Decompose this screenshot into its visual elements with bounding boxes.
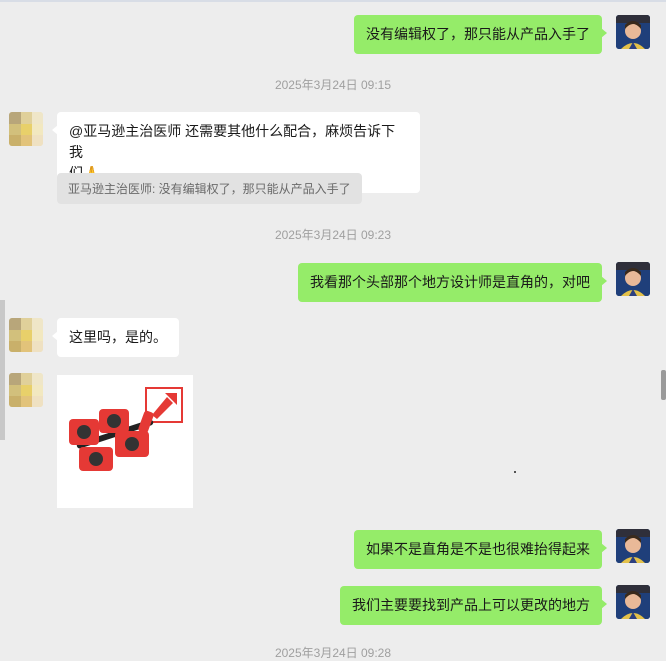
message-timestamp: 2025年3月24日 09:28 xyxy=(274,646,392,660)
blurred-avatar-icon xyxy=(9,112,43,146)
avatar[interactable] xyxy=(9,373,43,407)
message-text-line: @亚马逊主治医师 还需要其他什么配合，麻烦告诉下我 xyxy=(69,123,396,160)
blurred-avatar-icon xyxy=(9,318,43,352)
avatar[interactable] xyxy=(9,318,43,352)
user-avatar-icon xyxy=(616,585,650,619)
avatar[interactable] xyxy=(616,585,650,619)
avatar[interactable] xyxy=(616,15,650,49)
avatar[interactable] xyxy=(616,529,650,563)
message-timestamp: 2025年3月24日 09:23 xyxy=(274,228,392,242)
sent-message-bubble[interactable]: 没有编辑权了，那只能从产品入手了 xyxy=(354,15,607,54)
window-top-border xyxy=(0,0,666,2)
scrollbar-thumb[interactable] xyxy=(661,370,666,400)
user-avatar-icon xyxy=(616,529,650,563)
sent-message-bubble[interactable]: 如果不是直角是不是也很难抬得起来 xyxy=(354,530,607,569)
message-timestamp: 2025年3月24日 09:15 xyxy=(274,78,392,92)
quoted-reply[interactable]: 亚马逊主治医师: 没有编辑权了，那只能从产品入手了 xyxy=(57,173,362,204)
product-image-icon xyxy=(57,375,193,508)
avatar[interactable] xyxy=(616,262,650,296)
stray-dot xyxy=(514,471,516,473)
side-scroll-indicator xyxy=(0,300,5,440)
blurred-avatar-icon xyxy=(9,373,43,407)
sent-message-bubble[interactable]: 我们主要要找到产品上可以更改的地方 xyxy=(340,586,607,625)
image-message[interactable] xyxy=(57,375,193,508)
user-avatar-icon xyxy=(616,262,650,296)
user-avatar-icon xyxy=(616,15,650,49)
avatar[interactable] xyxy=(9,112,43,146)
sent-message-bubble[interactable]: 我看那个头部那个地方设计师是直角的，对吧 xyxy=(298,263,607,302)
received-message-bubble[interactable]: 这里吗，是的。 xyxy=(52,318,179,357)
